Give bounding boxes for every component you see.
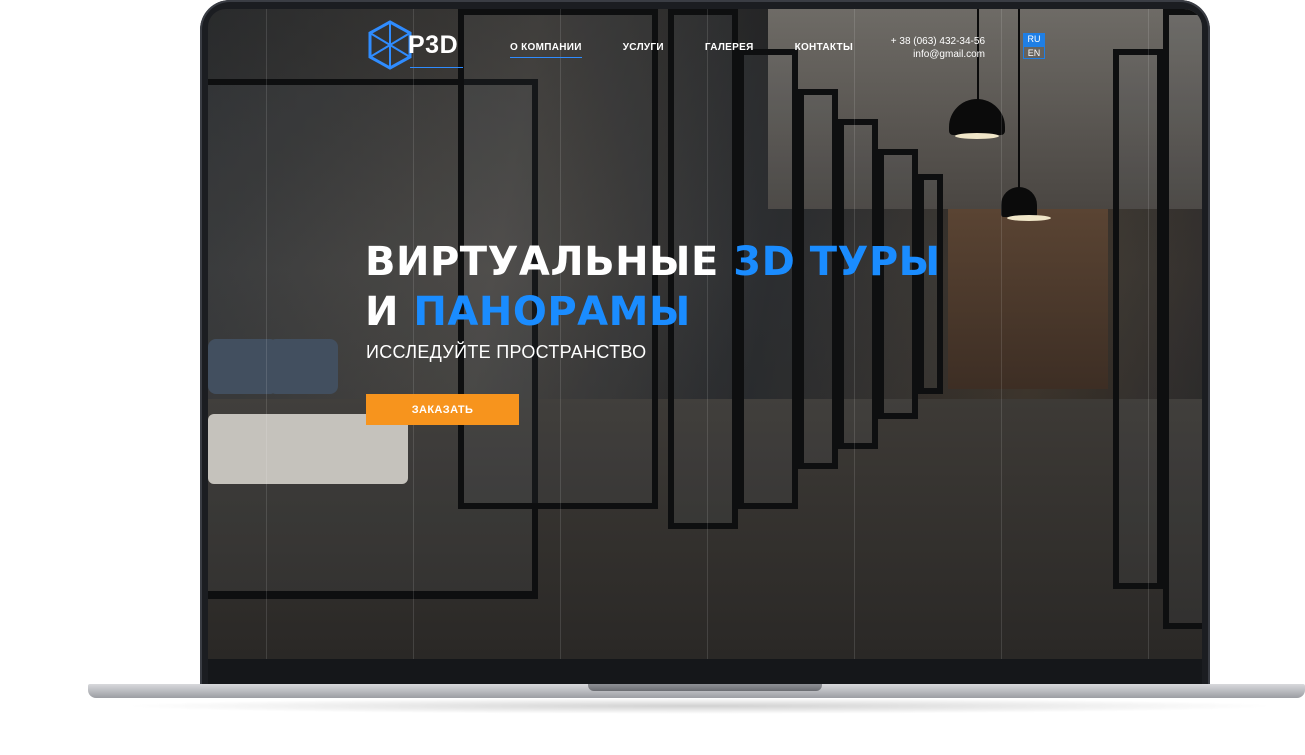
nav-item-about[interactable]: О КОМПАНИИ — [510, 42, 582, 58]
logo-underline — [410, 67, 463, 68]
lamp-cord — [1018, 9, 1020, 189]
lang-ru-button[interactable]: RU — [1023, 33, 1045, 46]
nav-item-gallery[interactable]: ГАЛЕРЕЯ — [705, 42, 754, 58]
grid-line — [1148, 9, 1149, 659]
hero-title: ВИРТУАЛЬНЫЕ 3D ТУРЫ И ПАНОРАМЫ — [365, 237, 941, 337]
grid-line — [1001, 9, 1002, 659]
email-link[interactable]: info@gmail.com — [891, 48, 985, 61]
language-switcher: RU EN — [1023, 33, 1045, 59]
header-contacts: + 38 (063) 432-34-56 info@gmail.com — [891, 35, 985, 61]
main-nav: О КОМПАНИИ УСЛУГИ ГАЛЕРЕЯ КОНТАКТЫ — [510, 42, 853, 58]
back-wall — [948, 209, 1108, 389]
phone-link[interactable]: + 38 (063) 432-34-56 — [891, 35, 985, 48]
website-screen: P3D О КОМПАНИИ УСЛУГИ ГАЛЕРЕЯ КОНТАКТЫ +… — [208, 9, 1202, 659]
cube-icon — [368, 20, 412, 70]
grid-line — [266, 9, 267, 659]
nav-item-services[interactable]: УСЛУГИ — [623, 42, 664, 58]
hero-title-accent2: ПАНОРАМЫ — [413, 289, 691, 335]
lang-en-button[interactable]: EN — [1023, 46, 1045, 59]
order-button[interactable]: ЗАКАЗАТЬ — [366, 394, 519, 425]
site-logo[interactable]: P3D — [366, 19, 466, 71]
logo-text: P3D — [408, 30, 459, 59]
hero-title-accent1: 3D ТУРЫ — [733, 239, 941, 285]
laptop-notch — [588, 684, 822, 691]
screen-bezel-bottom — [208, 659, 1202, 684]
hero-subtitle: ИССЛЕДУЙТЕ ПРОСТРАНСТВО — [366, 342, 647, 362]
hero-title-line2: И — [365, 289, 414, 335]
pendant-lamp — [1001, 187, 1051, 221]
base-shadow — [120, 698, 1280, 714]
glass-partition — [1113, 49, 1163, 589]
glass-partition — [1163, 9, 1202, 629]
nav-item-contacts[interactable]: КОНТАКТЫ — [795, 42, 853, 58]
hero-title-line1: ВИРТУАЛЬНЫЕ — [365, 239, 734, 285]
